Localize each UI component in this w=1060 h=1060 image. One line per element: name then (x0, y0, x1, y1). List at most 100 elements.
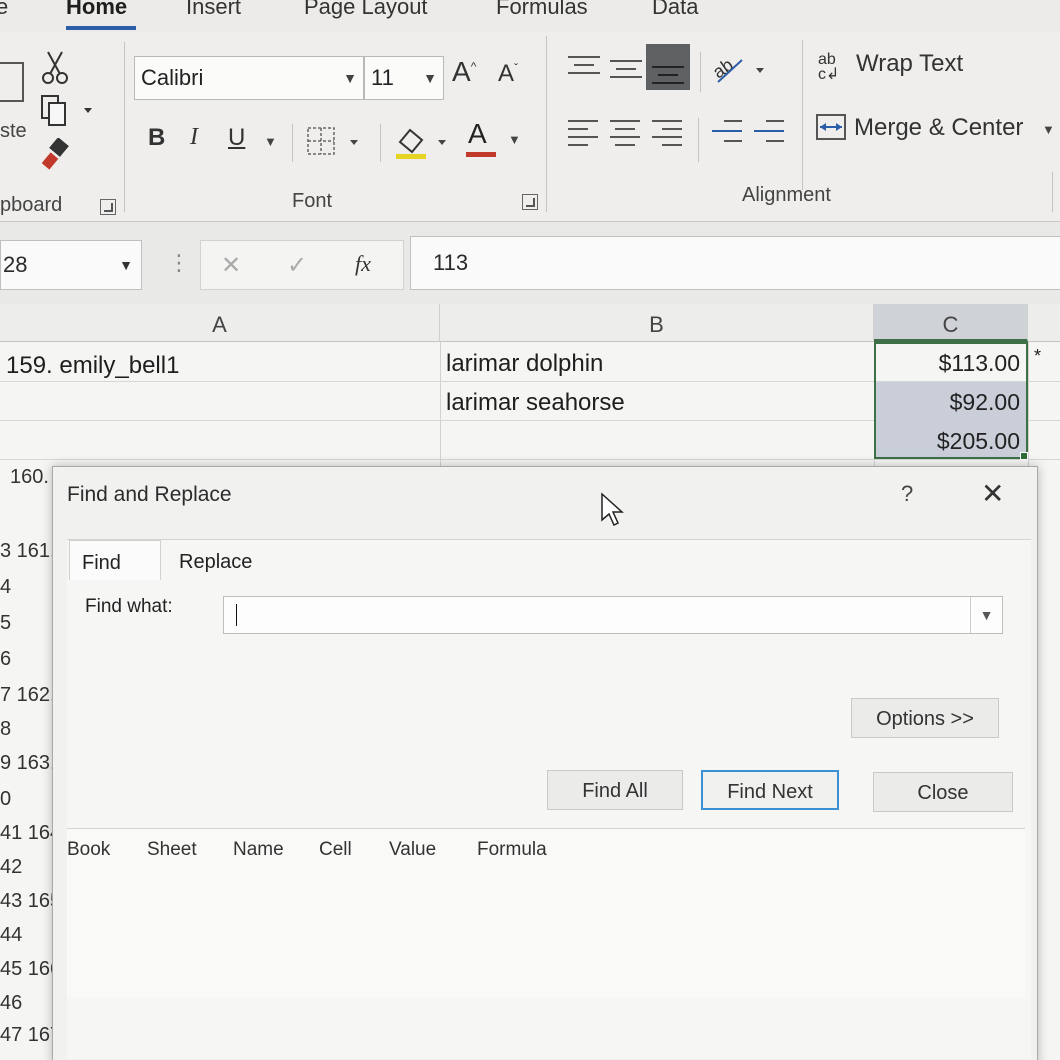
cell-b-row2[interactable]: larimar seahorse (446, 389, 625, 417)
group-separator (292, 124, 293, 162)
cell-a-row1[interactable]: 159. emily_bell1 (6, 352, 179, 380)
grip-dots-icon: ⋮ (168, 250, 190, 275)
help-button[interactable]: ? (901, 481, 913, 507)
top-align-icon[interactable] (568, 54, 600, 82)
chevron-down-icon[interactable]: ▼ (264, 134, 277, 149)
tab-data[interactable]: Data (652, 0, 698, 20)
options-button[interactable]: Options >> (851, 698, 999, 738)
name-box[interactable]: 28 ▼ (0, 240, 142, 290)
clipboard-group-label: pboard (0, 194, 63, 216)
group-separator (1052, 172, 1053, 212)
formula-input[interactable]: 113 (410, 236, 1060, 290)
column-header-b[interactable]: B (440, 304, 874, 342)
selection-border (874, 342, 1028, 459)
cut-icon[interactable] (40, 50, 70, 86)
name-box-value: 28 (3, 252, 28, 277)
gridline (440, 342, 441, 482)
font-color-swatch (466, 152, 496, 157)
font-size-combo[interactable]: 11 ▼ (364, 56, 444, 100)
results-column-sheet[interactable]: Sheet (147, 839, 197, 861)
side-row-label: 0 (0, 788, 12, 810)
increase-indent-icon[interactable] (754, 118, 786, 146)
copy-icon[interactable] (40, 94, 96, 128)
column-header-c[interactable]: C (874, 304, 1028, 342)
tab-insert[interactable]: Insert (186, 0, 241, 20)
tab-page-layout[interactable]: Page Layout (304, 0, 428, 20)
side-row-label: 5 (0, 612, 12, 634)
cancel-icon[interactable]: ✕ (221, 251, 241, 280)
tab-formulas[interactable]: Formulas (496, 0, 588, 20)
decrease-indent-icon[interactable] (712, 118, 744, 146)
wrap-text-label: Wrap Text (856, 50, 964, 77)
clipboard-dialog-launcher-icon[interactable] (100, 199, 116, 215)
group-separator (546, 36, 547, 212)
font-dialog-launcher-icon[interactable] (522, 194, 538, 210)
tab-file[interactable]: e (0, 0, 8, 20)
formula-buttons: ✕ ✓ fx (200, 240, 404, 290)
mouse-pointer-icon (601, 492, 624, 527)
gridline (1028, 342, 1029, 482)
borders-icon[interactable] (306, 124, 366, 158)
enter-icon[interactable]: ✓ (287, 251, 307, 280)
align-left-icon[interactable] (568, 118, 600, 146)
font-color-label: A (468, 118, 487, 149)
active-tab-indicator (66, 26, 136, 30)
side-row-label: 3 161. (0, 540, 56, 562)
side-row-label: 160. (10, 466, 49, 488)
format-painter-icon[interactable] (42, 138, 72, 172)
chevron-down-icon[interactable]: ▼ (970, 597, 1002, 633)
tab-replace[interactable]: Replace (167, 540, 264, 580)
chevron-down-icon: ▼ (1042, 122, 1055, 137)
results-list[interactable]: Book Sheet Name Cell Value Formula (67, 828, 1025, 998)
chevron-down-icon: ▼ (423, 70, 437, 86)
side-row-label: 42 (0, 856, 23, 878)
merge-center-button[interactable]: Merge & Center ▼ (816, 112, 1060, 148)
underline-button[interactable]: U (228, 124, 245, 152)
results-column-name[interactable]: Name (233, 839, 284, 861)
column-header-a[interactable]: A (0, 304, 440, 342)
formula-bar-area: 28 ▼ ⋮ ✕ ✓ fx 113 (0, 222, 1060, 304)
align-right-icon[interactable] (652, 118, 684, 146)
bold-button[interactable]: B (148, 124, 165, 152)
text-caret (236, 604, 237, 626)
fill-handle[interactable] (1020, 452, 1028, 460)
ribbon-tab-bar: e Home Insert Page Layout Formulas Data (0, 0, 1060, 32)
align-center-icon[interactable] (610, 118, 642, 146)
insert-function-icon[interactable]: fx (355, 251, 371, 277)
italic-button[interactable]: I (190, 124, 198, 151)
close-button[interactable]: Close (873, 772, 1013, 812)
side-row-label: 44 (0, 924, 23, 946)
results-column-value[interactable]: Value (389, 839, 436, 861)
font-name-combo[interactable]: Calibri ▼ (134, 56, 364, 100)
cell-b-row1[interactable]: larimar dolphin (446, 350, 603, 378)
merge-center-icon (816, 114, 846, 140)
grow-font-button[interactable]: A^ (452, 56, 476, 88)
group-separator (380, 124, 381, 162)
find-all-button[interactable]: Find All (547, 770, 683, 810)
close-icon[interactable]: ✕ (981, 477, 1004, 510)
results-column-formula[interactable]: Formula (477, 839, 547, 861)
wrap-text-icon: ab c↲ (818, 51, 840, 83)
find-what-input[interactable]: ▼ (223, 596, 1003, 634)
dialog-title: Find and Replace (67, 483, 232, 506)
shrink-font-button[interactable]: Aˇ (498, 60, 518, 88)
tab-home[interactable]: Home (66, 0, 127, 20)
fill-color-icon[interactable] (394, 122, 454, 162)
paste-label[interactable]: ste (0, 120, 27, 143)
chevron-down-icon: ▼ (343, 70, 357, 86)
results-column-book[interactable]: Book (67, 839, 110, 861)
group-separator (802, 40, 803, 190)
results-column-cell[interactable]: Cell (319, 839, 352, 861)
middle-align-icon[interactable] (610, 54, 642, 82)
find-next-button[interactable]: Find Next (701, 770, 839, 810)
merge-center-label: Merge & Center (854, 114, 1024, 141)
tab-find[interactable]: Find (69, 540, 161, 580)
bottom-align-button[interactable] (646, 44, 690, 90)
font-size-value: 11 (371, 65, 394, 90)
paste-icon[interactable] (0, 62, 24, 102)
side-row-label: 9 163. (0, 752, 56, 774)
font-color-button[interactable]: A ▼ (466, 118, 530, 162)
alignment-group-label: Alignment (742, 184, 831, 206)
orientation-icon[interactable]: ab (712, 52, 772, 88)
font-name-value: Calibri (141, 65, 204, 90)
